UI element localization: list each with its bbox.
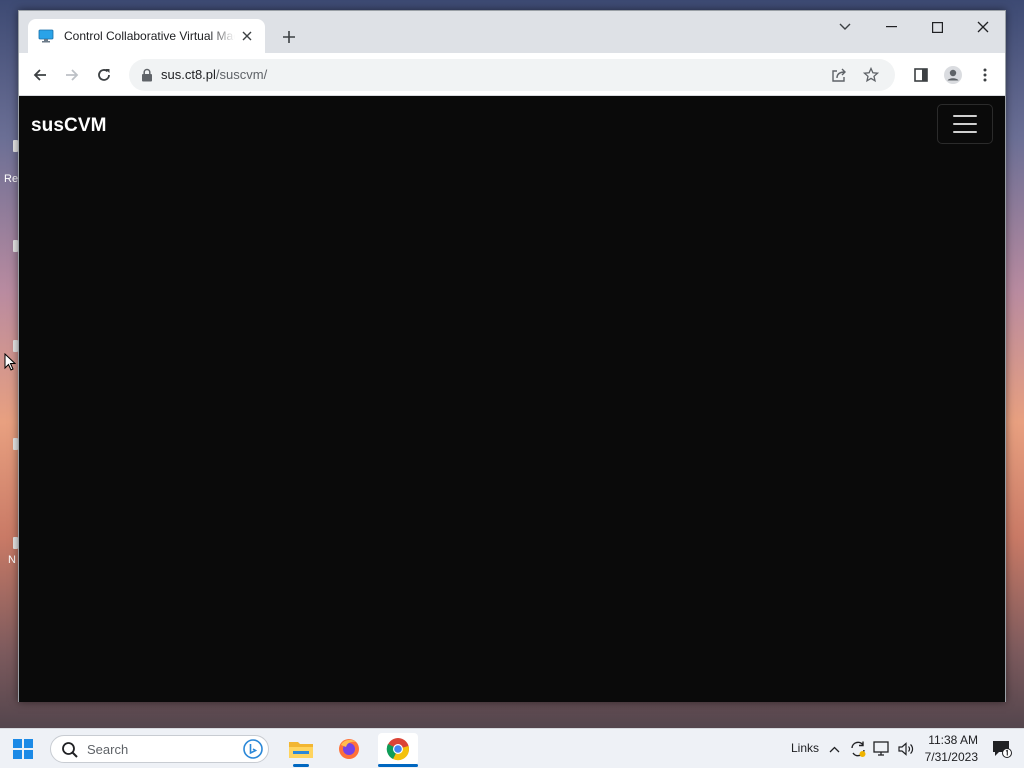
taskbar-chrome[interactable] (378, 733, 418, 767)
firefox-icon (339, 739, 359, 759)
running-indicator (293, 764, 309, 767)
back-button[interactable] (26, 61, 54, 89)
profile-icon (944, 66, 962, 84)
side-panel-icon (914, 68, 928, 82)
forward-button[interactable] (58, 61, 86, 89)
plus-icon (283, 31, 295, 43)
network-icon (873, 741, 889, 756)
bing-icon[interactable] (243, 739, 263, 759)
hamburger-line (953, 123, 977, 125)
chevron-up-icon (829, 746, 839, 752)
navbar-toggler-button[interactable] (937, 104, 993, 144)
maximize-button[interactable] (925, 16, 949, 38)
network-tray-icon[interactable] (873, 740, 891, 758)
title-bar: Control Collaborative Virtual Machine (19, 11, 1005, 53)
volume-tray-icon[interactable] (897, 740, 915, 758)
volume-icon (898, 742, 914, 756)
browser-menu-button[interactable] (971, 61, 999, 89)
close-icon (977, 21, 989, 33)
share-button[interactable] (829, 65, 849, 85)
windows-logo-icon (13, 739, 22, 748)
side-panel-button[interactable] (907, 61, 935, 89)
active-indicator (378, 764, 418, 767)
url-host: sus.ct8.pl (161, 67, 216, 82)
start-button[interactable] (13, 739, 33, 759)
hamburger-line (953, 115, 977, 117)
minimize-button[interactable] (879, 16, 903, 38)
share-icon (832, 68, 846, 82)
show-hidden-icons-button[interactable] (825, 740, 843, 758)
taskbar-firefox[interactable] (329, 733, 369, 765)
search-placeholder: Search (87, 742, 129, 757)
folder-icon (289, 742, 313, 758)
sync-tray-icon[interactable] (849, 740, 867, 758)
taskbar-search[interactable]: Search (50, 735, 269, 763)
browser-window: Control Collaborative Virtual Machine (18, 10, 1006, 702)
star-icon (863, 67, 879, 83)
reload-icon (98, 69, 110, 81)
minimize-icon (885, 26, 897, 28)
tab-search-button[interactable] (833, 16, 857, 38)
arrow-left-icon (33, 69, 46, 81)
clock-time: 11:38 AM (928, 733, 978, 747)
navbar-brand[interactable]: susCVM (31, 115, 107, 137)
url-path: /suscvm/ (215, 67, 268, 82)
address-bar[interactable]: sus.ct8.pl/suscvm/ (129, 59, 895, 91)
bookmark-button[interactable] (861, 65, 881, 85)
sync-icon (851, 741, 866, 757)
monitor-icon (38, 29, 54, 43)
taskbar-clock[interactable]: 11:38 AM 7/31/2023 (925, 732, 978, 766)
chevron-down-icon (839, 23, 851, 30)
chrome-icon (386, 738, 409, 761)
url-text[interactable]: sus.ct8.pl/suscvm/ (161, 67, 267, 83)
more-vert-icon (983, 68, 987, 82)
notification-icon[interactable] (992, 740, 1012, 758)
clock-date: 7/31/2023 (924, 750, 978, 764)
maximize-icon (931, 21, 943, 33)
reload-button[interactable] (90, 61, 118, 89)
search-icon (62, 742, 78, 758)
close-button[interactable] (971, 16, 995, 38)
taskbar-file-explorer[interactable] (281, 733, 321, 767)
tab-close-icon[interactable] (239, 28, 255, 44)
arrow-right-icon (66, 69, 79, 81)
taskbar: Search Links 11:38 AM 7/31/2023 (0, 728, 1024, 768)
browser-tab[interactable]: Control Collaborative Virtual Machine (28, 19, 265, 53)
profile-button[interactable] (939, 61, 967, 89)
browser-toolbar: sus.ct8.pl/suscvm/ (19, 53, 1005, 96)
new-tab-button[interactable] (277, 25, 301, 49)
page-content: susCVM (19, 96, 1005, 702)
mouse-cursor-icon (4, 353, 16, 371)
tab-title: Control Collaborative Virtual Machine (64, 29, 235, 43)
hamburger-line (953, 131, 977, 133)
lock-icon[interactable] (141, 68, 153, 82)
links-toolbar[interactable]: Links (791, 741, 819, 755)
